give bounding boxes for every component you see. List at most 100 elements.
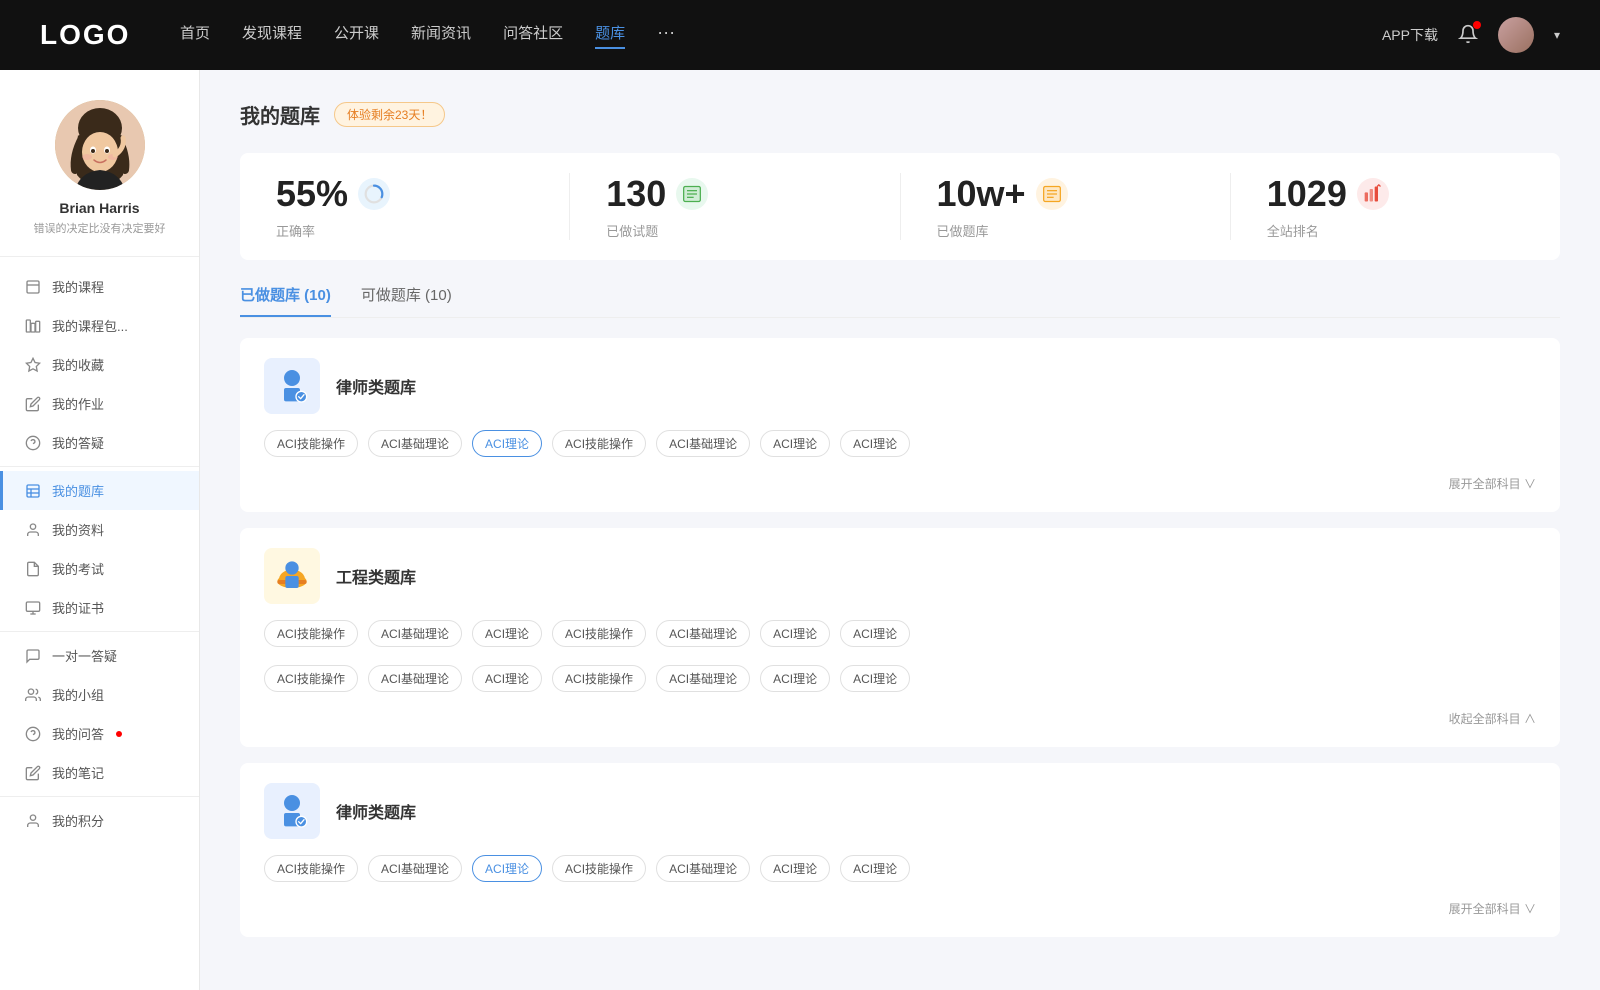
nav-open-course[interactable]: 公开课 [334,22,379,49]
sidebar-label-tutoring: 一对一答疑 [52,646,117,665]
main-content: 我的题库 体验剩余23天！ 55% 正确率 [200,70,1600,990]
tag-1-6[interactable]: ACI理论 [840,620,910,647]
tag-1-1[interactable]: ACI基础理论 [368,620,462,647]
nav-question-bank[interactable]: 题库 [595,22,625,49]
nav-qa[interactable]: 问答社区 [503,22,563,49]
sidebar-item-my-qa[interactable]: 我的问答 [0,714,199,753]
nav-links: 首页 发现课程 公开课 新闻资讯 问答社区 题库 ··· [180,22,1342,49]
notification-bell[interactable] [1458,24,1478,47]
profile-avatar[interactable] [55,100,145,190]
sidebar-item-favorites[interactable]: 我的收藏 [0,345,199,384]
tabs: 已做题库 (10) 可做题库 (10) [240,284,1560,318]
nav-more[interactable]: ··· [657,22,675,49]
sidebar-item-course-pack[interactable]: 我的课程包... [0,306,199,345]
tag-1-12[interactable]: ACI理论 [760,665,830,692]
stat-questions-label: 已做试题 [606,221,658,240]
trial-badge: 体验剩余23天！ [334,102,445,127]
sidebar: Brian Harris 错误的决定比没有决定要好 我的课程 我的课程包... [0,70,200,990]
nav-home[interactable]: 首页 [180,22,210,49]
homework-icon [24,395,42,413]
bank-header-1: 工程类题库 [264,548,1536,604]
sidebar-label-question-bank: 我的题库 [52,481,104,500]
sidebar-label-qa: 我的答疑 [52,433,104,452]
sidebar-item-notes[interactable]: 我的笔记 [0,753,199,792]
tag-2-2[interactable]: ACI理论 [472,855,542,882]
sidebar-item-points[interactable]: 我的积分 [0,801,199,840]
bank-expand-0[interactable]: 展开全部科目 ∨ [1449,475,1536,492]
tag-0-4[interactable]: ACI基础理论 [656,430,750,457]
sidebar-divider-3 [0,796,199,797]
user-avatar[interactable] [1498,17,1534,53]
tag-1-3[interactable]: ACI技能操作 [552,620,646,647]
tag-1-5[interactable]: ACI理论 [760,620,830,647]
sidebar-label-profile: 我的资料 [52,520,104,539]
accuracy-icon [358,178,390,210]
tag-0-6[interactable]: ACI理论 [840,430,910,457]
profile-name: Brian Harris [59,200,139,216]
tag-1-7[interactable]: ACI技能操作 [264,665,358,692]
tag-1-13[interactable]: ACI理论 [840,665,910,692]
stat-questions-number: 130 [606,173,666,215]
tag-0-5[interactable]: ACI理论 [760,430,830,457]
sidebar-item-question-bank[interactable]: 我的题库 [0,471,199,510]
sidebar-item-exam[interactable]: 我的考试 [0,549,199,588]
bank-expand-1[interactable]: 收起全部科目 ∧ [1449,710,1536,727]
bank-icon-2 [264,783,320,839]
sidebar-item-qa[interactable]: 我的答疑 [0,423,199,462]
notification-dot [1473,21,1481,29]
sidebar-label-course-pack: 我的课程包... [52,316,128,335]
tag-2-6[interactable]: ACI理论 [840,855,910,882]
tag-2-0[interactable]: ACI技能操作 [264,855,358,882]
sidebar-label-favorites: 我的收藏 [52,355,104,374]
certificate-icon [24,599,42,617]
group-icon [24,686,42,704]
sidebar-item-tutoring[interactable]: 一对一答疑 [0,636,199,675]
tag-2-4[interactable]: ACI基础理论 [656,855,750,882]
tag-1-4[interactable]: ACI基础理论 [656,620,750,647]
page-title: 我的题库 [240,100,320,129]
tag-1-10[interactable]: ACI技能操作 [552,665,646,692]
navbar: LOGO 首页 发现课程 公开课 新闻资讯 问答社区 题库 ··· APP下载 … [0,0,1600,70]
question-bank-icon [24,482,42,500]
bank-footer-1: 收起全部科目 ∧ [264,710,1536,727]
tab-done[interactable]: 已做题库 (10) [240,284,331,317]
app-download-button[interactable]: APP下载 [1382,25,1438,45]
bank-footer-2: 展开全部科目 ∨ [264,900,1536,917]
tag-0-1[interactable]: ACI基础理论 [368,430,462,457]
my-qa-icon [24,725,42,743]
sidebar-item-group[interactable]: 我的小组 [0,675,199,714]
questions-icon [676,178,708,210]
sidebar-item-homework[interactable]: 我的作业 [0,384,199,423]
tag-1-11[interactable]: ACI基础理论 [656,665,750,692]
tab-todo[interactable]: 可做题库 (10) [361,284,452,317]
stat-accuracy-number: 55% [276,173,348,215]
qa-icon [24,434,42,452]
bank-expand-2[interactable]: 展开全部科目 ∨ [1449,900,1536,917]
sidebar-item-course[interactable]: 我的课程 [0,267,199,306]
points-icon [24,812,42,830]
nav-news[interactable]: 新闻资讯 [411,22,471,49]
tag-1-9[interactable]: ACI理论 [472,665,542,692]
user-menu-chevron[interactable]: ▾ [1554,28,1560,42]
bank-title-0: 律师类题库 [336,374,416,398]
bank-header-0: 律师类题库 [264,358,1536,414]
tag-0-2[interactable]: ACI理论 [472,430,542,457]
tag-2-1[interactable]: ACI基础理论 [368,855,462,882]
sidebar-item-certificate[interactable]: 我的证书 [0,588,199,627]
tag-2-3[interactable]: ACI技能操作 [552,855,646,882]
sidebar-label-homework: 我的作业 [52,394,104,413]
tag-0-3[interactable]: ACI技能操作 [552,430,646,457]
tag-1-2[interactable]: ACI理论 [472,620,542,647]
tag-2-5[interactable]: ACI理论 [760,855,830,882]
bank-title-2: 律师类题库 [336,799,416,823]
bank-footer-0: 展开全部科目 ∨ [264,475,1536,492]
sidebar-label-points: 我的积分 [52,811,104,830]
tag-1-8[interactable]: ACI基础理论 [368,665,462,692]
tag-1-0[interactable]: ACI技能操作 [264,620,358,647]
sidebar-item-profile[interactable]: 我的资料 [0,510,199,549]
page-header: 我的题库 体验剩余23天！ [240,100,1560,129]
bank-icon-1 [264,548,320,604]
nav-discover[interactable]: 发现课程 [242,22,302,49]
tag-0-0[interactable]: ACI技能操作 [264,430,358,457]
notes-icon [24,764,42,782]
